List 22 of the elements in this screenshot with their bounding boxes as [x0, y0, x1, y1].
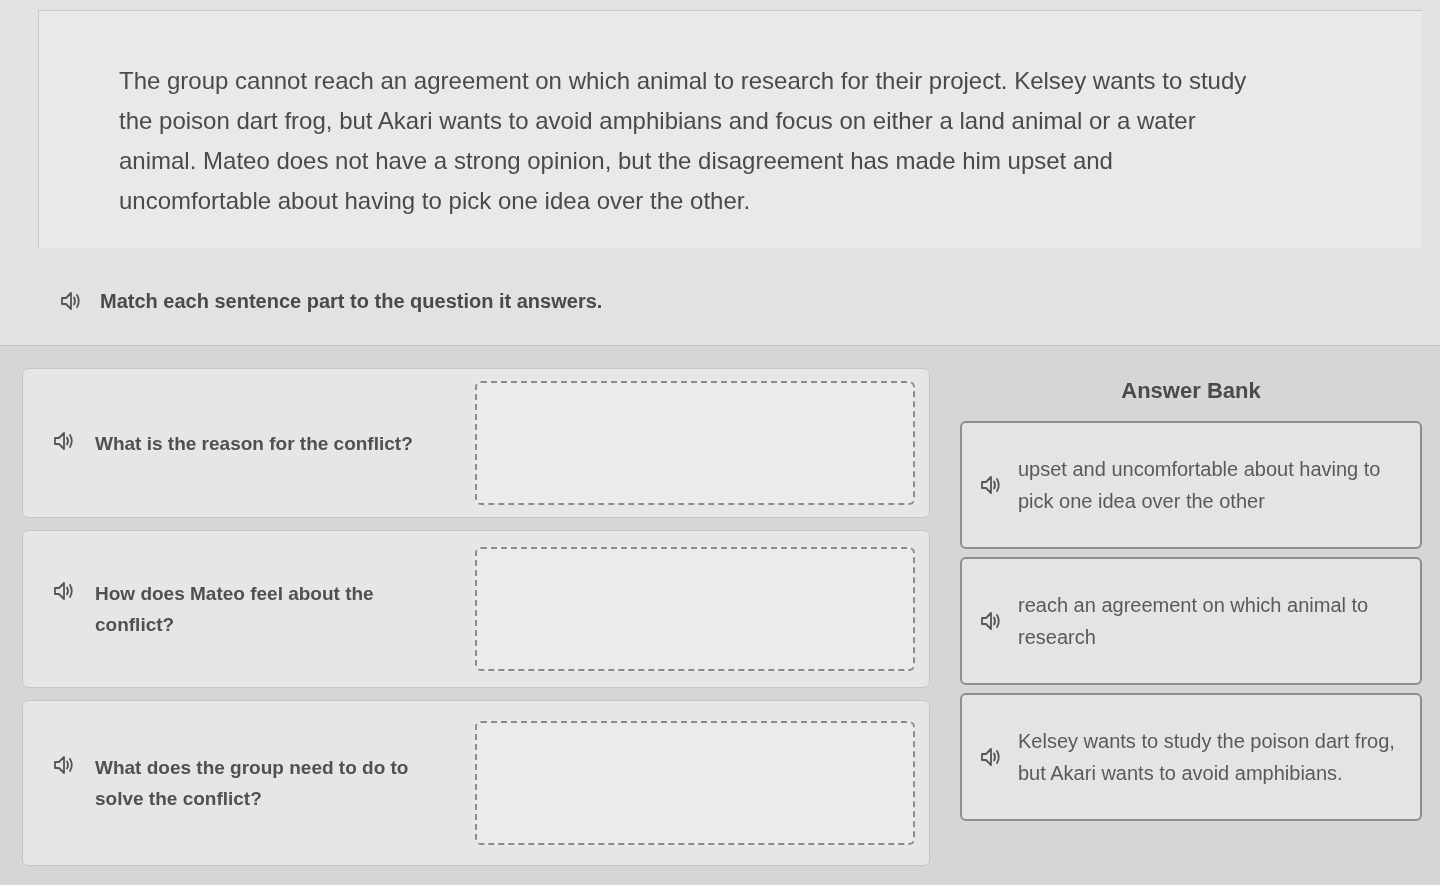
speaker-icon[interactable]	[980, 474, 1002, 496]
drop-zone[interactable]	[475, 721, 915, 845]
speaker-icon[interactable]	[980, 610, 1002, 632]
answer-tile[interactable]: Kelsey wants to study the poison dart frog, but Akari wants to avoid amphibians.	[960, 693, 1422, 821]
answer-bank-title: Answer Bank	[1121, 377, 1261, 405]
answer-text: Kelsey wants to study the poison dart frog, but Akari wants to avoid amphibians.	[1018, 729, 1396, 786]
question-text: What does the group need to do to solve the conflict?	[95, 756, 410, 811]
question-text: What is the reason for the conflict?	[95, 431, 413, 456]
drop-zone[interactable]	[475, 381, 915, 505]
speaker-icon[interactable]	[980, 746, 1002, 768]
question-text: How does Mateo feel about the conflict?	[95, 582, 375, 637]
speaker-icon[interactable]	[53, 429, 75, 452]
passage-text: The group cannot reach an agreement on which animal to research for their project. Kelsey wants to study the poison dart frog, but Akari wants to avoid amphibians and focus on either a land animal or a water animal. Mateo does not have a strong opinion, but the disagreement has made him upset and uncomfortable about having to pick one idea over the other.	[119, 66, 1248, 216]
speaker-icon[interactable]	[60, 290, 82, 312]
speaker-icon[interactable]	[53, 580, 75, 602]
answer-text: upset and uncomfortable about having to pick one idea over the other	[1018, 457, 1382, 514]
instruction-text: Match each sentence part to the question it answers.	[100, 289, 603, 314]
answer-tile[interactable]: upset and uncomfortable about having to pick one idea over the other	[960, 421, 1422, 549]
drop-zone[interactable]	[475, 547, 915, 671]
answer-text: reach an agreement on which animal to research	[1018, 593, 1370, 650]
speaker-icon[interactable]	[53, 754, 75, 776]
answer-tile[interactable]: reach an agreement on which animal to research	[960, 557, 1422, 685]
